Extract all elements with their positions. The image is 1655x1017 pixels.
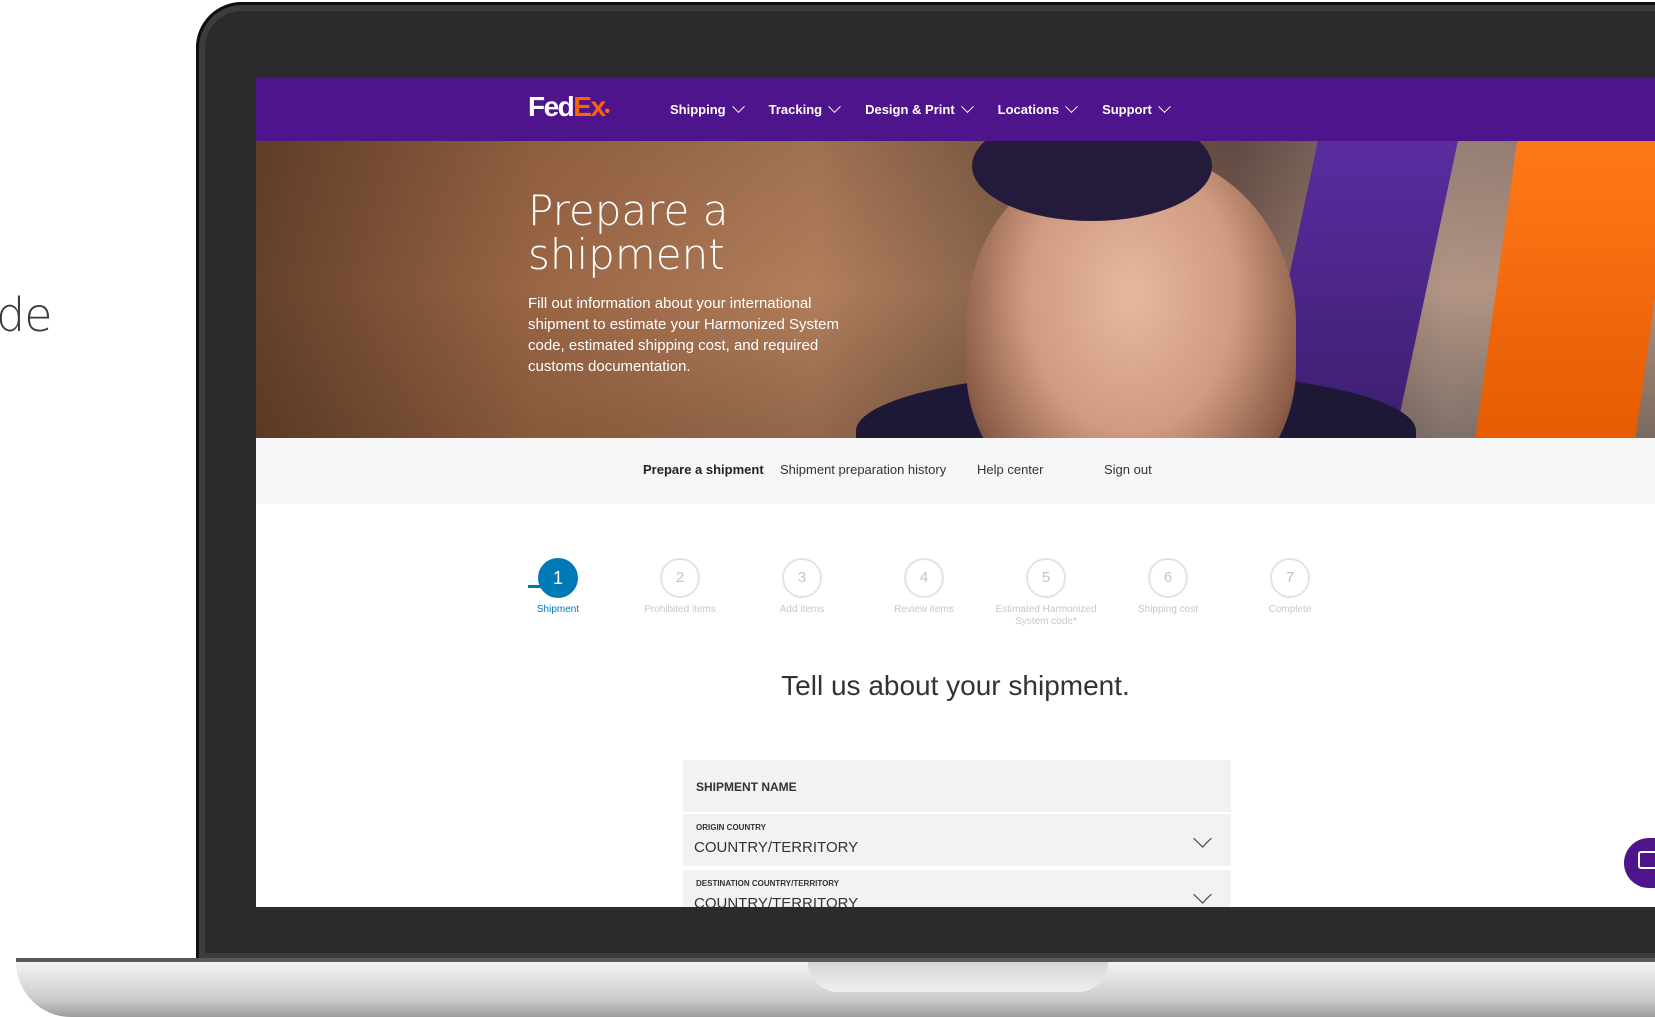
nav-item-label: Tracking	[768, 102, 823, 117]
laptop-screen: FedEx• Shipping Tracking Design & Print …	[256, 78, 1655, 907]
step-number: 5	[1026, 558, 1066, 598]
step-number: 1	[538, 558, 578, 598]
logo-dot: •	[604, 103, 611, 120]
origin-country-label: ORIGIN COUNTRY	[696, 823, 766, 832]
nav-item-locations[interactable]: Locations	[997, 100, 1078, 117]
step-hs-code: 5 Estimated Harmonized System code*	[991, 558, 1101, 628]
page-title: Prepare a shipment	[528, 186, 729, 279]
chevron-down-icon	[731, 100, 745, 114]
nav-item-label: Shipping	[670, 102, 726, 117]
chevron-down-icon	[1193, 885, 1212, 904]
nav-item-shipping[interactable]: Shipping	[670, 100, 745, 117]
nav-item-label: Design & Print	[865, 102, 955, 117]
chevron-down-icon	[1065, 100, 1078, 114]
nav-item-design-print[interactable]: Design & Print	[865, 100, 974, 117]
step-review-items: 4 Review items	[869, 558, 979, 616]
subnav-sign-out[interactable]: Sign out	[1104, 462, 1152, 477]
subnav-shipment-history[interactable]: Shipment preparation history	[780, 462, 946, 477]
step-label: Estimated Harmonized System code*	[995, 604, 1097, 627]
step-label: Review items	[894, 604, 954, 615]
chevron-down-icon	[1193, 829, 1212, 848]
step-label: Prohibited items	[644, 604, 716, 615]
destination-country-value: COUNTRY/TERRITORY	[694, 895, 859, 907]
chat-bubble-icon	[1638, 851, 1655, 869]
truck-orange-stripe	[1473, 141, 1655, 438]
logo-fed: Fed	[528, 91, 575, 122]
origin-country-select[interactable]: ORIGIN COUNTRY COUNTRY/TERRITORY	[683, 814, 1231, 866]
background-side-text: de	[0, 288, 52, 342]
nav-item-label: Support	[1102, 102, 1152, 117]
step-shipment[interactable]: 1 Shipment	[503, 558, 613, 616]
step-label: Add items	[779, 604, 825, 615]
step-add-items: 3 Add items	[747, 558, 857, 616]
fedex-logo[interactable]: FedEx•	[528, 91, 611, 123]
step-number: 2	[660, 558, 700, 598]
origin-country-value: COUNTRY/TERRITORY	[694, 839, 859, 856]
step-number: 7	[1270, 558, 1310, 598]
step-label: Shipment	[536, 604, 580, 615]
subnav-prepare-shipment[interactable]: Prepare a shipment	[643, 462, 764, 477]
step-complete: 7 Complete	[1235, 558, 1345, 616]
destination-country-label: DESTINATION COUNTRY/TERRITORY	[696, 879, 840, 888]
logo-ex: Ex	[573, 91, 606, 122]
progress-stepper: 1 Shipment 2 Prohibited items 3 Add item…	[256, 558, 1655, 648]
top-navigation: FedEx• Shipping Tracking Design & Print …	[256, 78, 1655, 141]
nav-menu: Shipping Tracking Design & Print Locatio…	[670, 78, 1195, 141]
step-prohibited-items: 2 Prohibited items	[625, 558, 735, 616]
hero-banner: Prepare a shipment Fill out information …	[256, 141, 1655, 438]
step-label: Shipping cost	[1137, 604, 1199, 615]
nav-item-support[interactable]: Support	[1102, 100, 1171, 117]
subnav-help-center[interactable]: Help center	[977, 462, 1043, 477]
form-title: Tell us about your shipment.	[781, 670, 1130, 701]
step-label: Complete	[1268, 604, 1312, 615]
step-number: 6	[1148, 558, 1188, 598]
shipment-name-label: SHIPMENT NAME	[696, 780, 797, 794]
destination-country-select[interactable]: DESTINATION COUNTRY/TERRITORY COUNTRY/TE…	[683, 870, 1231, 907]
chevron-down-icon	[828, 100, 841, 114]
step-shipping-cost: 6 Shipping cost	[1113, 558, 1223, 616]
shipment-name-field[interactable]: SHIPMENT NAME	[683, 760, 1231, 812]
nav-item-label: Locations	[997, 102, 1060, 117]
hero-description: Fill out information about your internat…	[528, 295, 839, 375]
step-number: 4	[904, 558, 944, 598]
step-number: 3	[782, 558, 822, 598]
nav-item-tracking[interactable]: Tracking	[768, 100, 841, 117]
laptop-notch	[808, 962, 1108, 992]
chevron-down-icon	[960, 100, 974, 114]
chevron-down-icon	[1158, 100, 1171, 114]
secondary-navigation: Prepare a shipment Shipment preparation …	[256, 438, 1655, 504]
